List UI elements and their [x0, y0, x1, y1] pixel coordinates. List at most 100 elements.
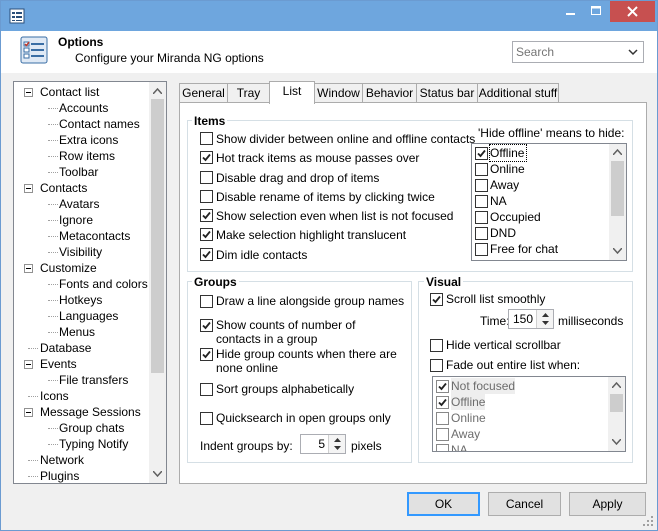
- hide-scrollbar-label[interactable]: Hide vertical scrollbar: [446, 338, 561, 352]
- scroll-smoothly-label[interactable]: Scroll list smoothly: [446, 292, 545, 306]
- item-option-label[interactable]: Show divider between online and offline …: [216, 132, 475, 146]
- tab-behavior[interactable]: Behavior: [362, 83, 417, 103]
- maximize-button[interactable]: [583, 1, 609, 22]
- hide-offline-checkbox[interactable]: [475, 243, 488, 256]
- minimize-button[interactable]: [557, 1, 583, 22]
- item-option-checkbox[interactable]: [200, 190, 213, 203]
- tree-item[interactable]: Network: [40, 452, 84, 468]
- tree-item[interactable]: Contact list: [40, 84, 99, 100]
- hide-offline-item[interactable]: Online: [490, 161, 525, 177]
- collapse-icon[interactable]: [24, 264, 33, 273]
- group-option-checkbox[interactable]: [200, 383, 213, 396]
- resize-grip-icon[interactable]: [643, 516, 653, 526]
- tree-item[interactable]: Plugins: [40, 468, 79, 483]
- tab-tray[interactable]: Tray: [227, 83, 270, 103]
- close-button[interactable]: [610, 1, 655, 22]
- collapse-icon[interactable]: [24, 408, 33, 417]
- tab-window[interactable]: Window: [314, 83, 363, 103]
- scroll-down-icon[interactable]: [613, 248, 622, 254]
- tab-additional-stuff[interactable]: Additional stuff: [477, 83, 559, 103]
- fade-out-item[interactable]: Online: [451, 410, 486, 426]
- tree-item[interactable]: Database: [40, 340, 91, 356]
- chevron-down-icon[interactable]: [627, 45, 639, 59]
- item-option-label[interactable]: Dim idle contacts: [216, 248, 307, 262]
- item-option-checkbox[interactable]: [200, 228, 213, 241]
- hide-offline-checkbox[interactable]: [475, 179, 488, 192]
- tree-item[interactable]: Languages: [59, 308, 118, 324]
- tree-item[interactable]: Events: [40, 356, 77, 372]
- group-option-label[interactable]: Hide group counts when there are none on…: [216, 347, 402, 375]
- item-option-checkbox[interactable]: [200, 209, 213, 222]
- tree-scroll-thumb[interactable]: [151, 99, 164, 373]
- spin-arrows-icon[interactable]: [537, 310, 554, 328]
- indent-spinner[interactable]: 5: [300, 434, 346, 454]
- fade-out-checkbox[interactable]: [436, 412, 449, 425]
- fade-out-item[interactable]: NA: [451, 442, 468, 451]
- tree-item[interactable]: Avatars: [59, 196, 99, 212]
- hide-offline-checkbox[interactable]: [475, 211, 488, 224]
- tree-item[interactable]: Extra icons: [59, 132, 118, 148]
- fade-out-checkbox[interactable]: [436, 396, 449, 409]
- group-option-checkbox[interactable]: [200, 295, 213, 308]
- item-option-checkbox[interactable]: [200, 132, 213, 145]
- ok-button[interactable]: OK: [407, 492, 480, 516]
- scroll-smoothly-checkbox[interactable]: [430, 293, 443, 306]
- scroll-down-icon[interactable]: [612, 439, 621, 445]
- scroll-up-icon[interactable]: [612, 382, 621, 388]
- hide-offline-checkbox[interactable]: [475, 163, 488, 176]
- fade-out-checkbox[interactable]: [436, 380, 449, 393]
- tab-general[interactable]: General: [179, 83, 228, 103]
- tree-item[interactable]: Customize: [40, 260, 97, 276]
- item-option-label[interactable]: Make selection highlight translucent: [216, 228, 406, 242]
- hide-offline-scrollbar[interactable]: [609, 144, 626, 260]
- hide-offline-checkbox[interactable]: [475, 227, 488, 240]
- tree-item[interactable]: Accounts: [59, 100, 108, 116]
- search-input[interactable]: [513, 42, 623, 62]
- tree-item[interactable]: Metacontacts: [59, 228, 130, 244]
- item-option-checkbox[interactable]: [200, 151, 213, 164]
- options-tree[interactable]: Contact list Accounts Contact names Extra i…: [13, 81, 167, 484]
- hide-offline-listbox[interactable]: Offline Online Away NA Occupied DND Free for c…: [471, 143, 627, 261]
- hide-offline-scroll-thumb[interactable]: [611, 161, 624, 216]
- indent-value[interactable]: 5: [318, 437, 325, 451]
- tree-item[interactable]: Group chats: [59, 420, 124, 436]
- tree-item[interactable]: Typing Notify: [59, 436, 128, 452]
- hide-offline-item[interactable]: DND: [490, 225, 516, 241]
- fade-out-checkbox[interactable]: [436, 444, 449, 451]
- group-option-label[interactable]: Show counts of number of contacts in a g…: [216, 318, 402, 346]
- item-option-checkbox[interactable]: [200, 248, 213, 261]
- spin-arrows-icon[interactable]: [329, 435, 346, 453]
- hide-offline-item[interactable]: NA: [490, 193, 507, 209]
- hide-offline-item[interactable]: Away: [490, 177, 519, 193]
- hide-scrollbar-checkbox[interactable]: [430, 339, 443, 352]
- time-spin-arrows[interactable]: [536, 310, 553, 328]
- item-option-label[interactable]: Show selection even when list is not foc…: [216, 209, 453, 223]
- scroll-up-icon[interactable]: [613, 149, 622, 155]
- hide-offline-item[interactable]: Free for chat: [490, 241, 558, 257]
- hide-offline-checkbox[interactable]: [475, 147, 488, 160]
- tree-item[interactable]: Toolbar: [59, 164, 98, 180]
- scroll-up-icon[interactable]: [153, 88, 162, 94]
- tree-item[interactable]: Hotkeys: [59, 292, 102, 308]
- tree-item[interactable]: Row items: [59, 148, 115, 164]
- fade-out-scrollbar[interactable]: [608, 377, 625, 451]
- item-option-label[interactable]: Disable rename of items by clicking twic…: [216, 190, 435, 204]
- group-option-label[interactable]: Draw a line alongside group names: [216, 294, 404, 308]
- apply-button[interactable]: Apply: [569, 492, 646, 516]
- item-option-label[interactable]: Hot track items as mouse passes over: [216, 151, 419, 165]
- time-spinner[interactable]: 150: [508, 309, 554, 329]
- hide-offline-checkbox[interactable]: [475, 195, 488, 208]
- group-option-checkbox[interactable]: [200, 412, 213, 425]
- collapse-icon[interactable]: [24, 360, 33, 369]
- tab-status-bar[interactable]: Status bar: [416, 83, 478, 103]
- tree-item[interactable]: Menus: [59, 324, 95, 340]
- indent-spin-arrows[interactable]: [328, 435, 345, 453]
- hide-offline-item[interactable]: Offline: [488, 144, 528, 162]
- collapse-icon[interactable]: [24, 88, 33, 97]
- search-box[interactable]: [512, 41, 644, 63]
- fade-out-label[interactable]: Fade out entire list when:: [446, 358, 580, 372]
- tree-item[interactable]: Ignore: [59, 212, 93, 228]
- tree-item[interactable]: Icons: [40, 388, 69, 404]
- tree-item[interactable]: File transfers: [59, 372, 128, 388]
- fade-out-item[interactable]: Away: [451, 426, 480, 442]
